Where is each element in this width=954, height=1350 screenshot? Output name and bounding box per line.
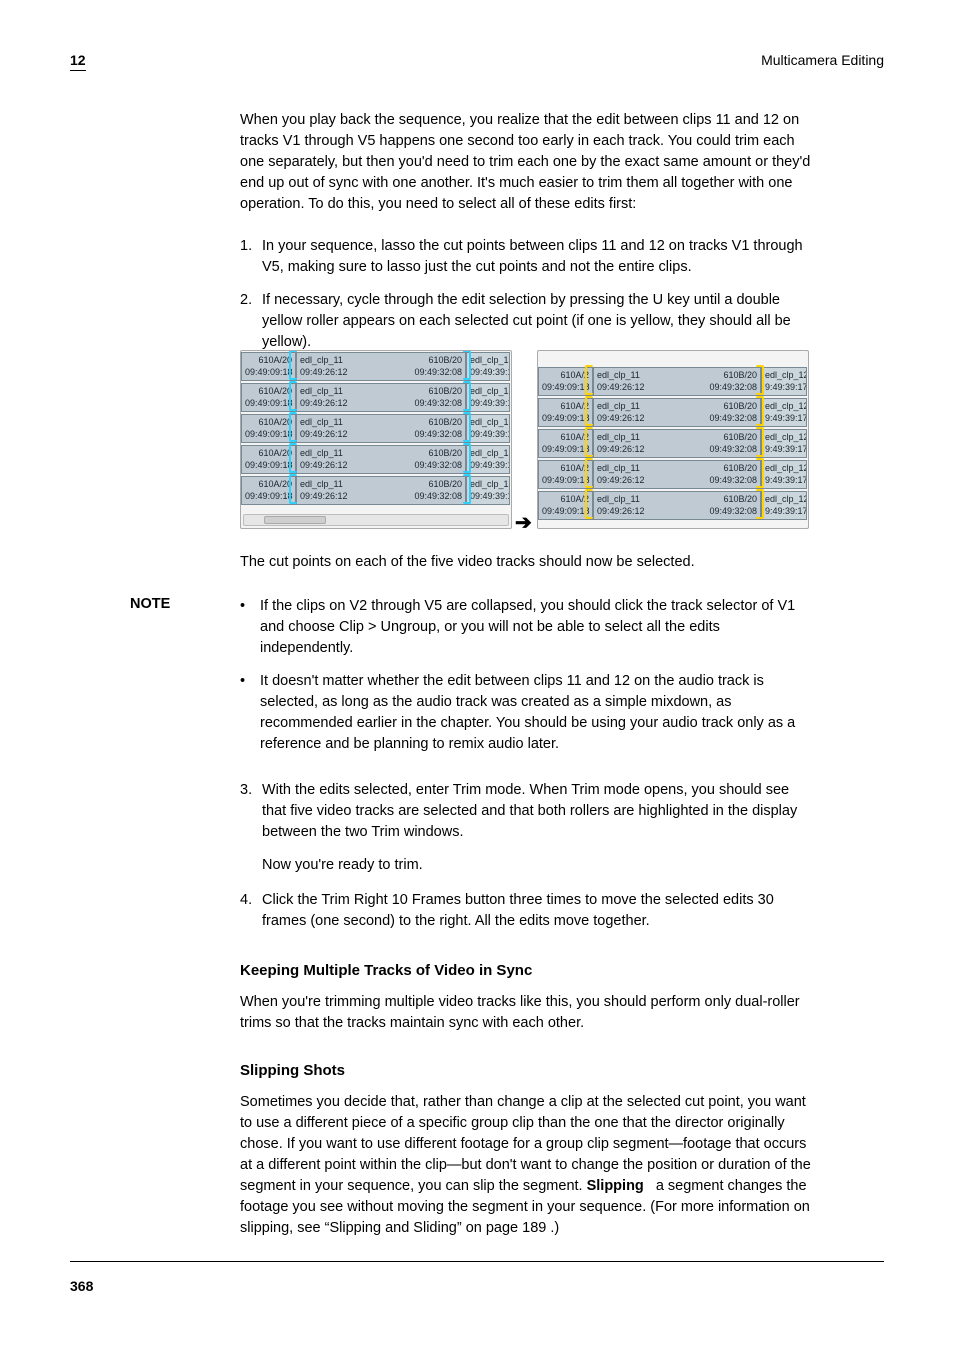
step-1: 1. In your sequence, lasso the cut point… bbox=[240, 236, 815, 278]
keeping-tracks-paragraph: When you're trimming multiple video trac… bbox=[240, 992, 815, 1034]
clip-in-tc: 09:49:26:12 bbox=[300, 367, 348, 378]
step-trailer: Now you're ready to trim. bbox=[240, 855, 815, 876]
step-text: Click the Trim Right 10 Frames button th… bbox=[262, 892, 774, 929]
arrow-right-icon: ➔ bbox=[515, 510, 532, 535]
cross-reference-link[interactable]: “Slipping and Sliding” on page 189 bbox=[325, 1220, 547, 1236]
chapter-number-tab: 12 bbox=[70, 52, 86, 71]
clip-reel-label: 610B/20 bbox=[428, 355, 462, 366]
paragraph-text: .) bbox=[550, 1220, 559, 1236]
intro-paragraph: When you play back the sequence, you rea… bbox=[240, 110, 815, 215]
clip-12[interactable]: edl_clp_12 09:49:39:17 bbox=[466, 352, 510, 381]
note-bullet: If the clips on V2 through V5 are collap… bbox=[240, 596, 815, 659]
step-number: 2. bbox=[240, 290, 252, 311]
step-4: 4. Click the Trim Right 10 Frames button… bbox=[240, 890, 815, 932]
step-text: If necessary, cycle through the edit sel… bbox=[262, 292, 791, 350]
step-number: 4. bbox=[240, 890, 252, 911]
clip-11[interactable]: edl_clp_11 610B/20 09:49:26:12 09:49:32:… bbox=[296, 352, 466, 381]
timeline-before: 610A/20 09:49:09:18 edl_clp_11 610B/20 0… bbox=[240, 350, 512, 529]
slipping-paragraph: Sometimes you decide that, rather than c… bbox=[240, 1092, 815, 1239]
step-3: 3. With the edits selected, enter Trim m… bbox=[240, 780, 815, 843]
video-track: 610A/2009:49:09:18 edl_clp_11610B/2009:4… bbox=[241, 382, 511, 413]
video-track: 610A/2009:49:09:18 edl_clp_11610B/2009:4… bbox=[241, 444, 511, 475]
timeline-figure: 610A/20 09:49:09:18 edl_clp_11 610B/20 0… bbox=[240, 350, 840, 535]
video-track: 610A/20 09:49:09:18 edl_clp_11 610B/20 0… bbox=[241, 351, 511, 382]
clip-out-tc: 09:49:32:08 bbox=[414, 367, 462, 378]
timeline-after: 610A/209:49:09:18 edl_clp_11610B/2009:49… bbox=[537, 350, 809, 529]
chapter-title: Multicamera Editing bbox=[761, 52, 884, 68]
running-header: 12 Multicamera Editing bbox=[0, 52, 954, 71]
slipping-runin: Slipping bbox=[587, 1178, 644, 1194]
video-track: 610A/2009:49:09:18 edl_clp_11610B/2009:4… bbox=[241, 413, 511, 444]
note-label: NOTE bbox=[130, 596, 230, 612]
subhead-slipping-shots: Slipping Shots bbox=[240, 1060, 815, 1082]
step-number: 3. bbox=[240, 780, 252, 801]
clip-fragment[interactable]: 610A/20 09:49:09:18 bbox=[241, 352, 296, 381]
clip-out-tc: 09:49:09:18 bbox=[245, 367, 293, 378]
scrollbar-thumb[interactable] bbox=[264, 516, 326, 524]
step-text: With the edits selected, enter Trim mode… bbox=[262, 782, 797, 840]
timeline-scrollbar[interactable] bbox=[243, 514, 509, 526]
video-track: 610A/2009:49:09:18 edl_clp_11610B/2009:4… bbox=[241, 475, 511, 506]
clip-name: edl_clp_12 bbox=[470, 355, 510, 365]
clip-name: edl_clp_11 bbox=[300, 355, 343, 365]
page-number: 368 bbox=[70, 1278, 93, 1294]
step-number: 1. bbox=[240, 236, 252, 257]
clip-in-tc: 09:49:39:17 bbox=[470, 367, 510, 378]
step-2: 2. If necessary, cycle through the edit … bbox=[240, 290, 815, 353]
step-text: In your sequence, lasso the cut points b… bbox=[262, 238, 803, 275]
note-bullet: It doesn't matter whether the edit betwe… bbox=[240, 671, 815, 755]
subhead-keeping-tracks: Keeping Multiple Tracks of Video in Sync bbox=[240, 960, 815, 982]
footer-rule bbox=[70, 1261, 884, 1262]
clip-reel-label: 610A/20 bbox=[258, 355, 292, 366]
after-figure-paragraph: The cut points on each of the five video… bbox=[240, 552, 815, 573]
